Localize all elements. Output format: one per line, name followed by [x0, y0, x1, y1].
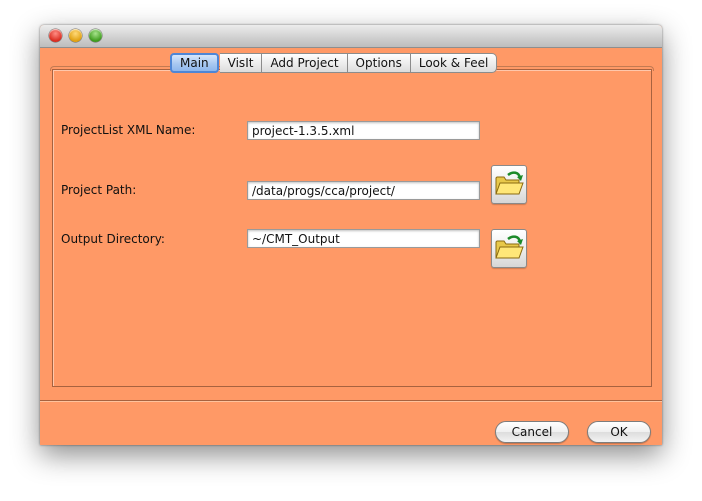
open-folder-icon — [495, 171, 524, 195]
open-folder-icon — [495, 235, 524, 259]
tab-content-panel — [52, 69, 652, 387]
zoom-window-button[interactable] — [89, 29, 102, 42]
tab-main[interactable]: Main — [170, 53, 219, 73]
projectlist-xml-name-label: ProjectList XML Name: — [61, 123, 196, 137]
tab-bar: Main VisIt Add Project Options Look & Fe… — [170, 53, 498, 73]
tab-look-and-feel[interactable]: Look & Feel — [410, 53, 498, 73]
close-window-button[interactable] — [49, 29, 62, 42]
project-path-field[interactable]: /data/progs/cca/project/ — [247, 181, 480, 200]
tab-add-project[interactable]: Add Project — [262, 53, 348, 73]
output-directory-field[interactable]: ~/CMT_Output — [247, 229, 480, 248]
projectlist-xml-name-field[interactable]: project-1.3.5.xml — [247, 121, 480, 140]
minimize-window-button[interactable] — [69, 29, 82, 42]
ok-button[interactable]: OK — [587, 421, 651, 443]
footer-separator — [40, 400, 662, 402]
output-directory-label: Output Directory: — [61, 232, 165, 246]
preferences-window: Main VisIt Add Project Options Look & Fe… — [40, 25, 662, 445]
title-bar[interactable] — [40, 25, 662, 48]
browse-output-directory-button[interactable] — [491, 229, 527, 268]
project-path-label: Project Path: — [61, 183, 137, 197]
cancel-button[interactable]: Cancel — [495, 421, 569, 443]
tab-visit[interactable]: VisIt — [219, 53, 263, 73]
browse-project-path-button[interactable] — [491, 165, 527, 204]
tab-options[interactable]: Options — [347, 53, 411, 73]
